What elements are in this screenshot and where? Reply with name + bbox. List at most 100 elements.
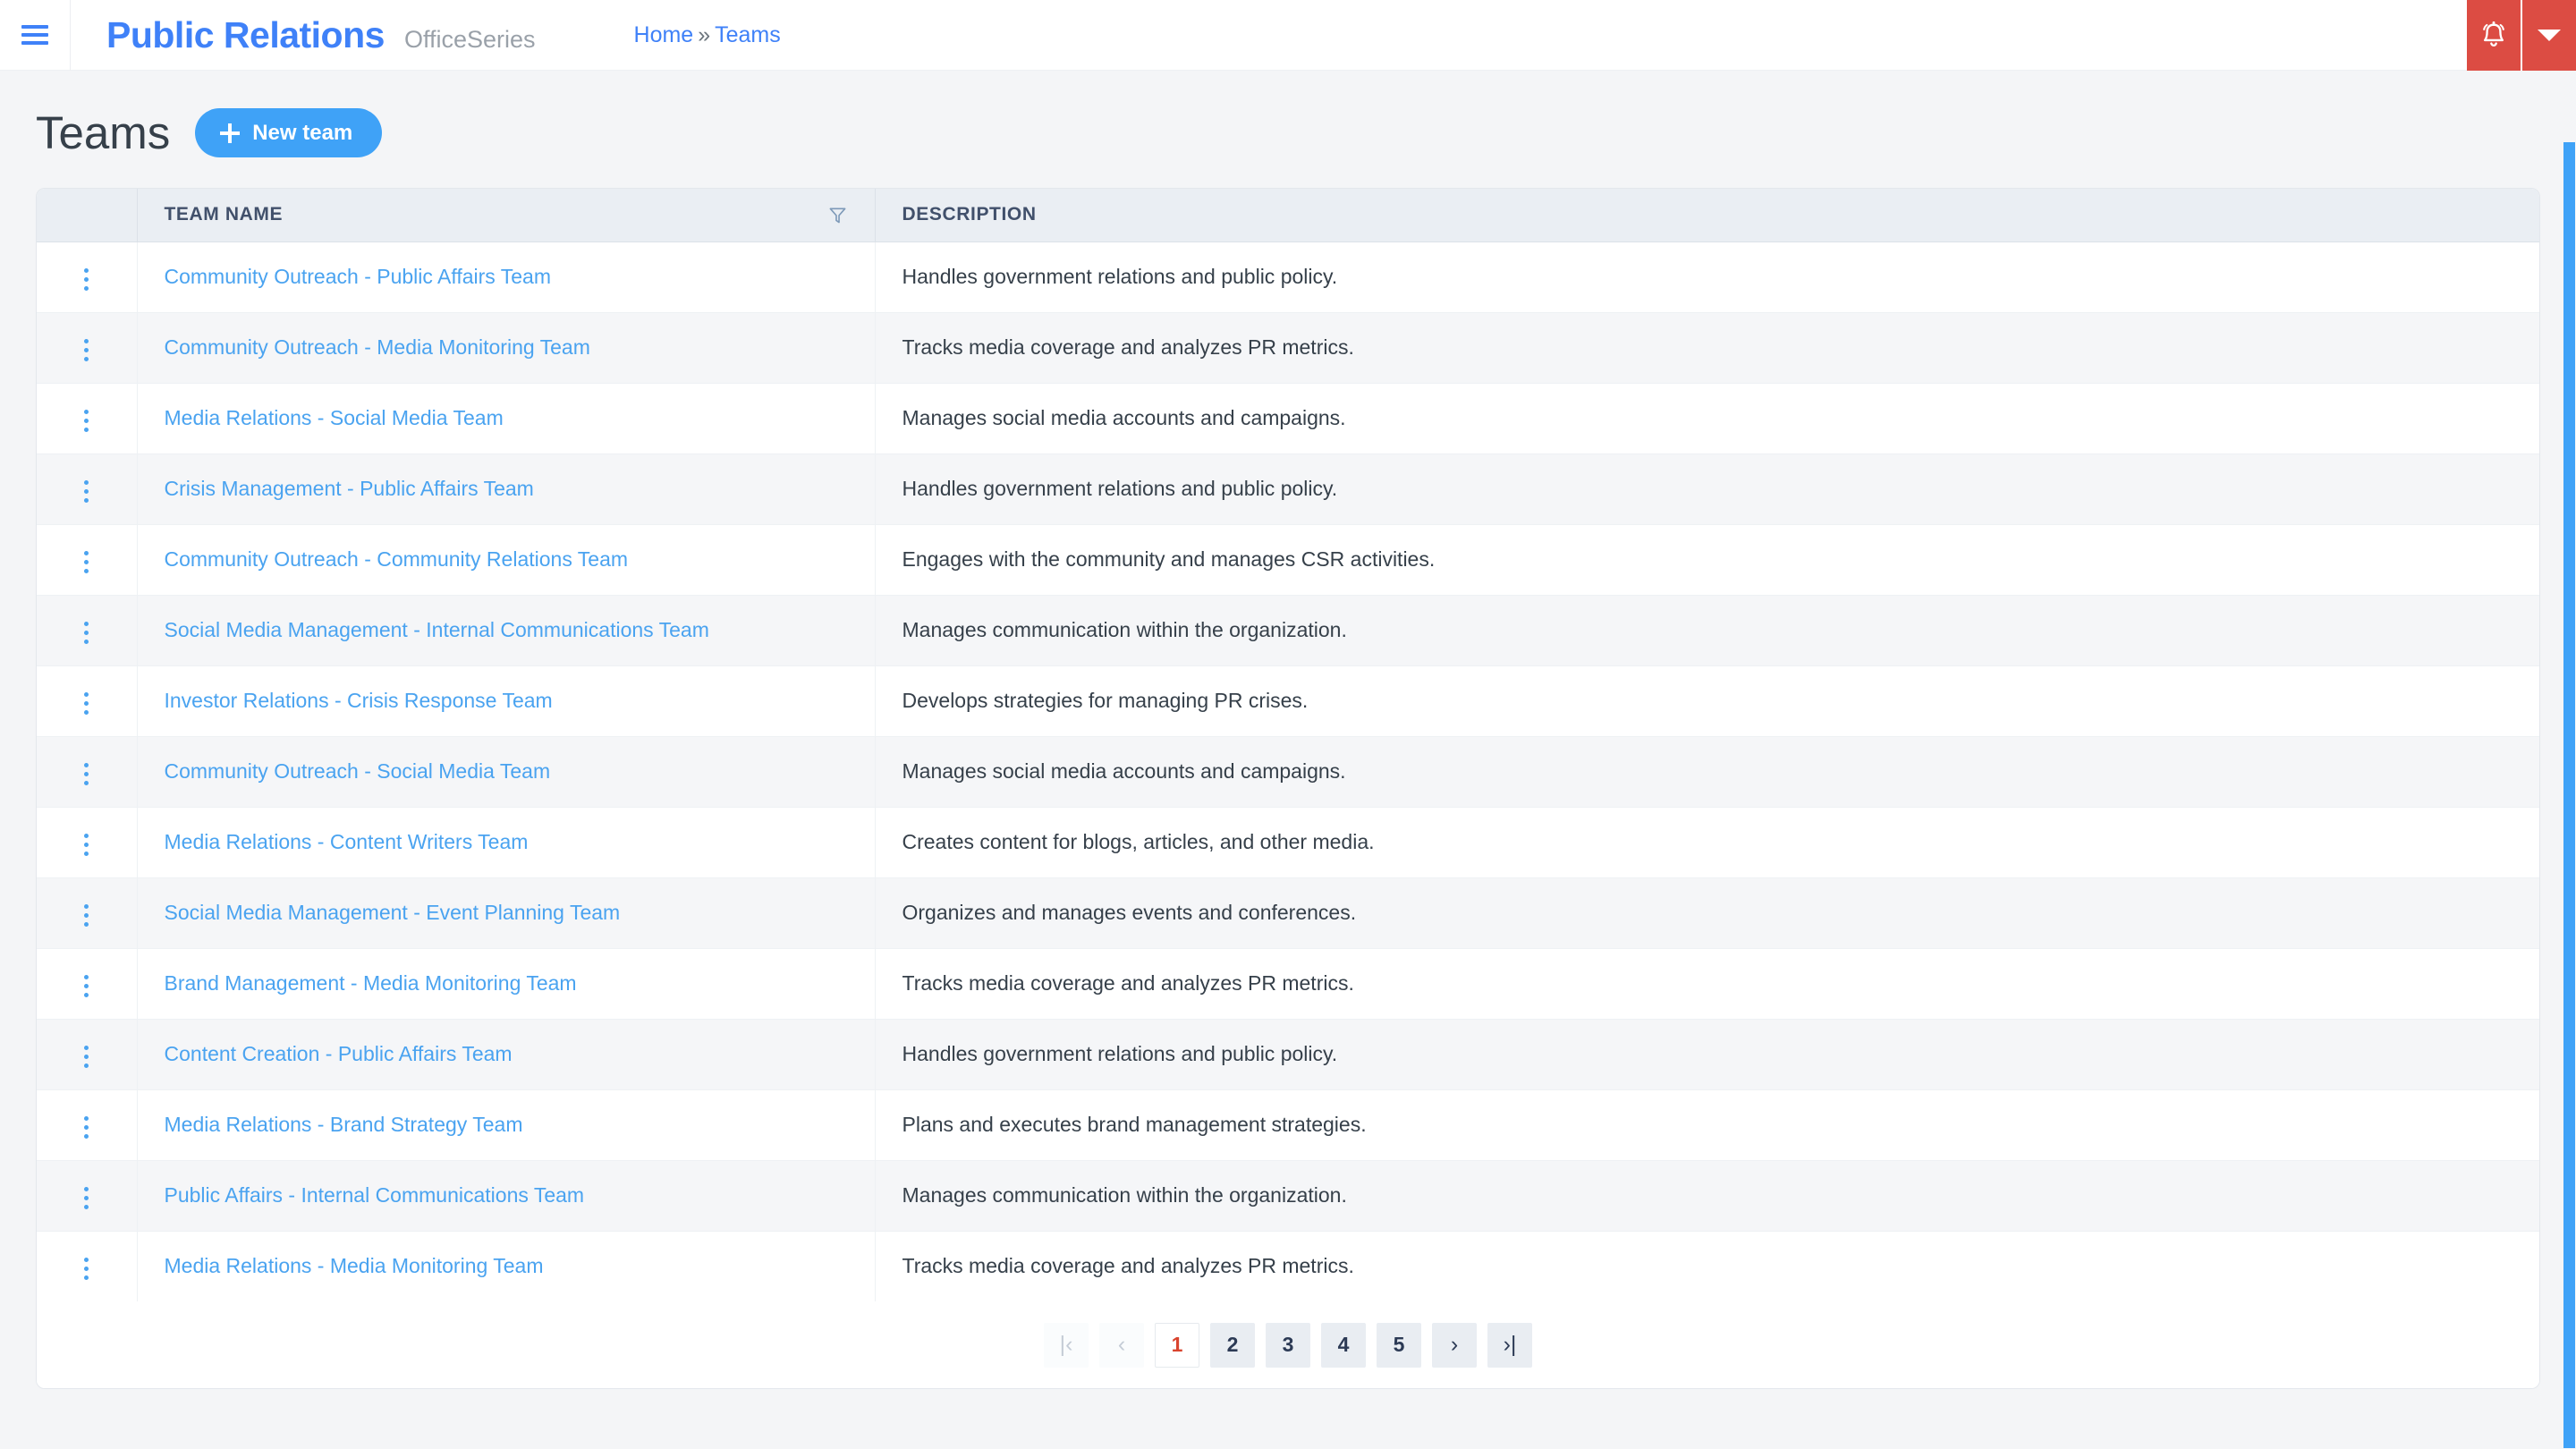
team-name-link[interactable]: Media Relations - Media Monitoring Team <box>165 1254 544 1277</box>
pagination-prev-button[interactable]: ‹ <box>1099 1322 1144 1368</box>
hamburger-icon <box>21 25 48 45</box>
table-row: Media Relations - Brand Strategy Team Pla… <box>37 1089 2539 1161</box>
vertical-dots-icon[interactable] <box>70 613 103 653</box>
table-header-row: TEAM NAME DESCRIPTION <box>37 189 2539 242</box>
vertical-scrollbar-track[interactable] <box>2562 141 2576 1449</box>
team-name-link[interactable]: Social Media Management - Event Planning… <box>165 901 621 924</box>
vertical-dots-icon[interactable] <box>70 825 103 865</box>
pagination-page-4-button[interactable]: 4 <box>1321 1322 1366 1368</box>
vertical-dots-icon[interactable] <box>70 966 103 1006</box>
team-name-link[interactable]: Public Affairs - Internal Communications… <box>165 1183 585 1207</box>
table-row: Investor Relations - Crisis Response Tea… <box>37 665 2539 737</box>
team-description-cell: Organizes and manages events and confere… <box>875 877 2539 949</box>
team-description-cell: Develops strategies for managing PR cris… <box>875 665 2539 737</box>
team-name-link[interactable]: Media Relations - Brand Strategy Team <box>165 1113 523 1136</box>
pagination-last-label: ›| <box>1503 1332 1517 1357</box>
pagination-page-2-button[interactable]: 2 <box>1210 1322 1255 1368</box>
column-header-team-name[interactable]: TEAM NAME <box>137 189 876 242</box>
new-team-button[interactable]: New team <box>195 108 383 157</box>
row-actions-cell <box>37 524 138 596</box>
vertical-dots-icon[interactable] <box>70 895 103 936</box>
team-name-link[interactable]: Community Outreach - Community Relations… <box>165 547 629 571</box>
breadcrumb-home-link[interactable]: Home <box>634 22 694 47</box>
team-description-cell: Engages with the community and manages C… <box>875 524 2539 596</box>
team-name-cell: Media Relations - Social Media Team <box>137 383 876 454</box>
team-description-cell: Manages social media accounts and campai… <box>875 383 2539 454</box>
row-actions-cell <box>37 736 138 808</box>
table-row: Community Outreach - Media Monitoring Te… <box>37 312 2539 384</box>
row-actions-cell <box>37 948 138 1020</box>
pagination-next-button[interactable]: › <box>1432 1322 1477 1368</box>
team-description-cell: Tracks media coverage and analyzes PR me… <box>875 312 2539 384</box>
team-name-cell: Crisis Management - Public Affairs Team <box>137 453 876 525</box>
brand-subtitle: OfficeSeries <box>403 25 536 53</box>
team-name-link[interactable]: Community Outreach - Media Monitoring Te… <box>165 335 590 359</box>
top-navigation-bar: Public Relations OfficeSeries Home» Teams <box>0 0 2576 71</box>
team-description-cell: Tracks media coverage and analyzes PR me… <box>875 1231 2539 1301</box>
column-header-menu <box>37 189 138 242</box>
pagination-last-button[interactable]: ›| <box>1487 1322 1532 1368</box>
menu-toggle-button[interactable] <box>0 0 70 71</box>
vertical-dots-icon[interactable] <box>70 401 103 441</box>
page-content: Teams New team TEAM NAME DESCRIPTION Com… <box>0 71 2576 1449</box>
user-dropdown-button[interactable] <box>2522 0 2576 71</box>
pagination-prev-label: ‹ <box>1117 1332 1126 1357</box>
pagination-page-list: 12345 <box>1155 1322 1421 1368</box>
plus-icon <box>220 123 241 143</box>
team-name-link[interactable]: Investor Relations - Crisis Response Tea… <box>165 689 553 712</box>
team-name-cell: Community Outreach - Public Affairs Team <box>137 242 876 313</box>
vertical-dots-icon[interactable] <box>70 683 103 724</box>
row-actions-cell <box>37 1019 138 1090</box>
row-actions-cell <box>37 1160 138 1232</box>
team-name-link[interactable]: Community Outreach - Social Media Team <box>165 759 551 783</box>
vertical-dots-icon[interactable] <box>70 259 103 300</box>
brand: Public Relations OfficeSeries <box>71 16 536 54</box>
bell-icon <box>2483 21 2504 47</box>
team-description-cell: Manages communication within the organiz… <box>875 595 2539 666</box>
breadcrumb-separator: » <box>698 21 711 47</box>
vertical-dots-icon[interactable] <box>70 754 103 794</box>
team-name-link[interactable]: Crisis Management - Public Affairs Team <box>165 477 534 500</box>
topbar-actions <box>2467 0 2576 71</box>
vertical-dots-icon[interactable] <box>70 1249 103 1289</box>
team-name-cell: Community Outreach - Social Media Team <box>137 736 876 808</box>
team-name-link[interactable]: Media Relations - Content Writers Team <box>165 830 529 853</box>
vertical-dots-icon[interactable] <box>70 1037 103 1077</box>
column-header-description[interactable]: DESCRIPTION <box>875 189 2539 242</box>
team-name-link[interactable]: Community Outreach - Public Affairs Team <box>165 265 552 288</box>
vertical-dots-icon[interactable] <box>70 1178 103 1218</box>
table-row: Crisis Management - Public Affairs Team H… <box>37 453 2539 525</box>
pagination-first-label: |‹ <box>1059 1332 1073 1357</box>
pagination-page-1-button[interactable]: 1 <box>1155 1322 1199 1368</box>
team-description-cell: Handles government relations and public … <box>875 242 2539 313</box>
new-team-button-label: New team <box>252 120 353 145</box>
pagination-first-button[interactable]: |‹ <box>1044 1322 1089 1368</box>
row-actions-cell <box>37 242 138 313</box>
vertical-dots-icon[interactable] <box>70 1107 103 1148</box>
team-description-cell: Creates content for blogs, articles, and… <box>875 807 2539 878</box>
vertical-dots-icon[interactable] <box>70 542 103 582</box>
table-body: Community Outreach - Public Affairs Team… <box>37 242 2539 1301</box>
pagination: |‹ ‹ 12345 › ›| <box>37 1301 2539 1388</box>
page-header: Teams New team <box>36 71 2540 188</box>
team-name-link[interactable]: Social Media Management - Internal Commu… <box>165 618 709 641</box>
table-row: Media Relations - Media Monitoring Team T… <box>37 1231 2539 1301</box>
row-actions-cell <box>37 807 138 878</box>
table-row: Social Media Management - Event Planning… <box>37 877 2539 949</box>
team-name-link[interactable]: Content Creation - Public Affairs Team <box>165 1042 513 1065</box>
team-description-cell: Handles government relations and public … <box>875 453 2539 525</box>
notifications-button[interactable] <box>2467 0 2522 71</box>
team-name-cell: Community Outreach - Media Monitoring Te… <box>137 312 876 384</box>
vertical-dots-icon[interactable] <box>70 471 103 512</box>
table-row: Social Media Management - Internal Commu… <box>37 595 2539 666</box>
vertical-scrollbar-thumb[interactable] <box>2563 142 2575 1448</box>
pagination-page-5-button[interactable]: 5 <box>1377 1322 1421 1368</box>
breadcrumb-current-link[interactable]: Teams <box>715 22 781 47</box>
pagination-page-3-button[interactable]: 3 <box>1266 1322 1310 1368</box>
team-name-link[interactable]: Brand Management - Media Monitoring Team <box>165 971 577 995</box>
filter-funnel-icon[interactable] <box>827 205 848 225</box>
table-row: Content Creation - Public Affairs Team Ha… <box>37 1019 2539 1090</box>
breadcrumb: Home» Teams <box>634 21 781 47</box>
vertical-dots-icon[interactable] <box>70 330 103 370</box>
team-name-link[interactable]: Media Relations - Social Media Team <box>165 406 504 429</box>
